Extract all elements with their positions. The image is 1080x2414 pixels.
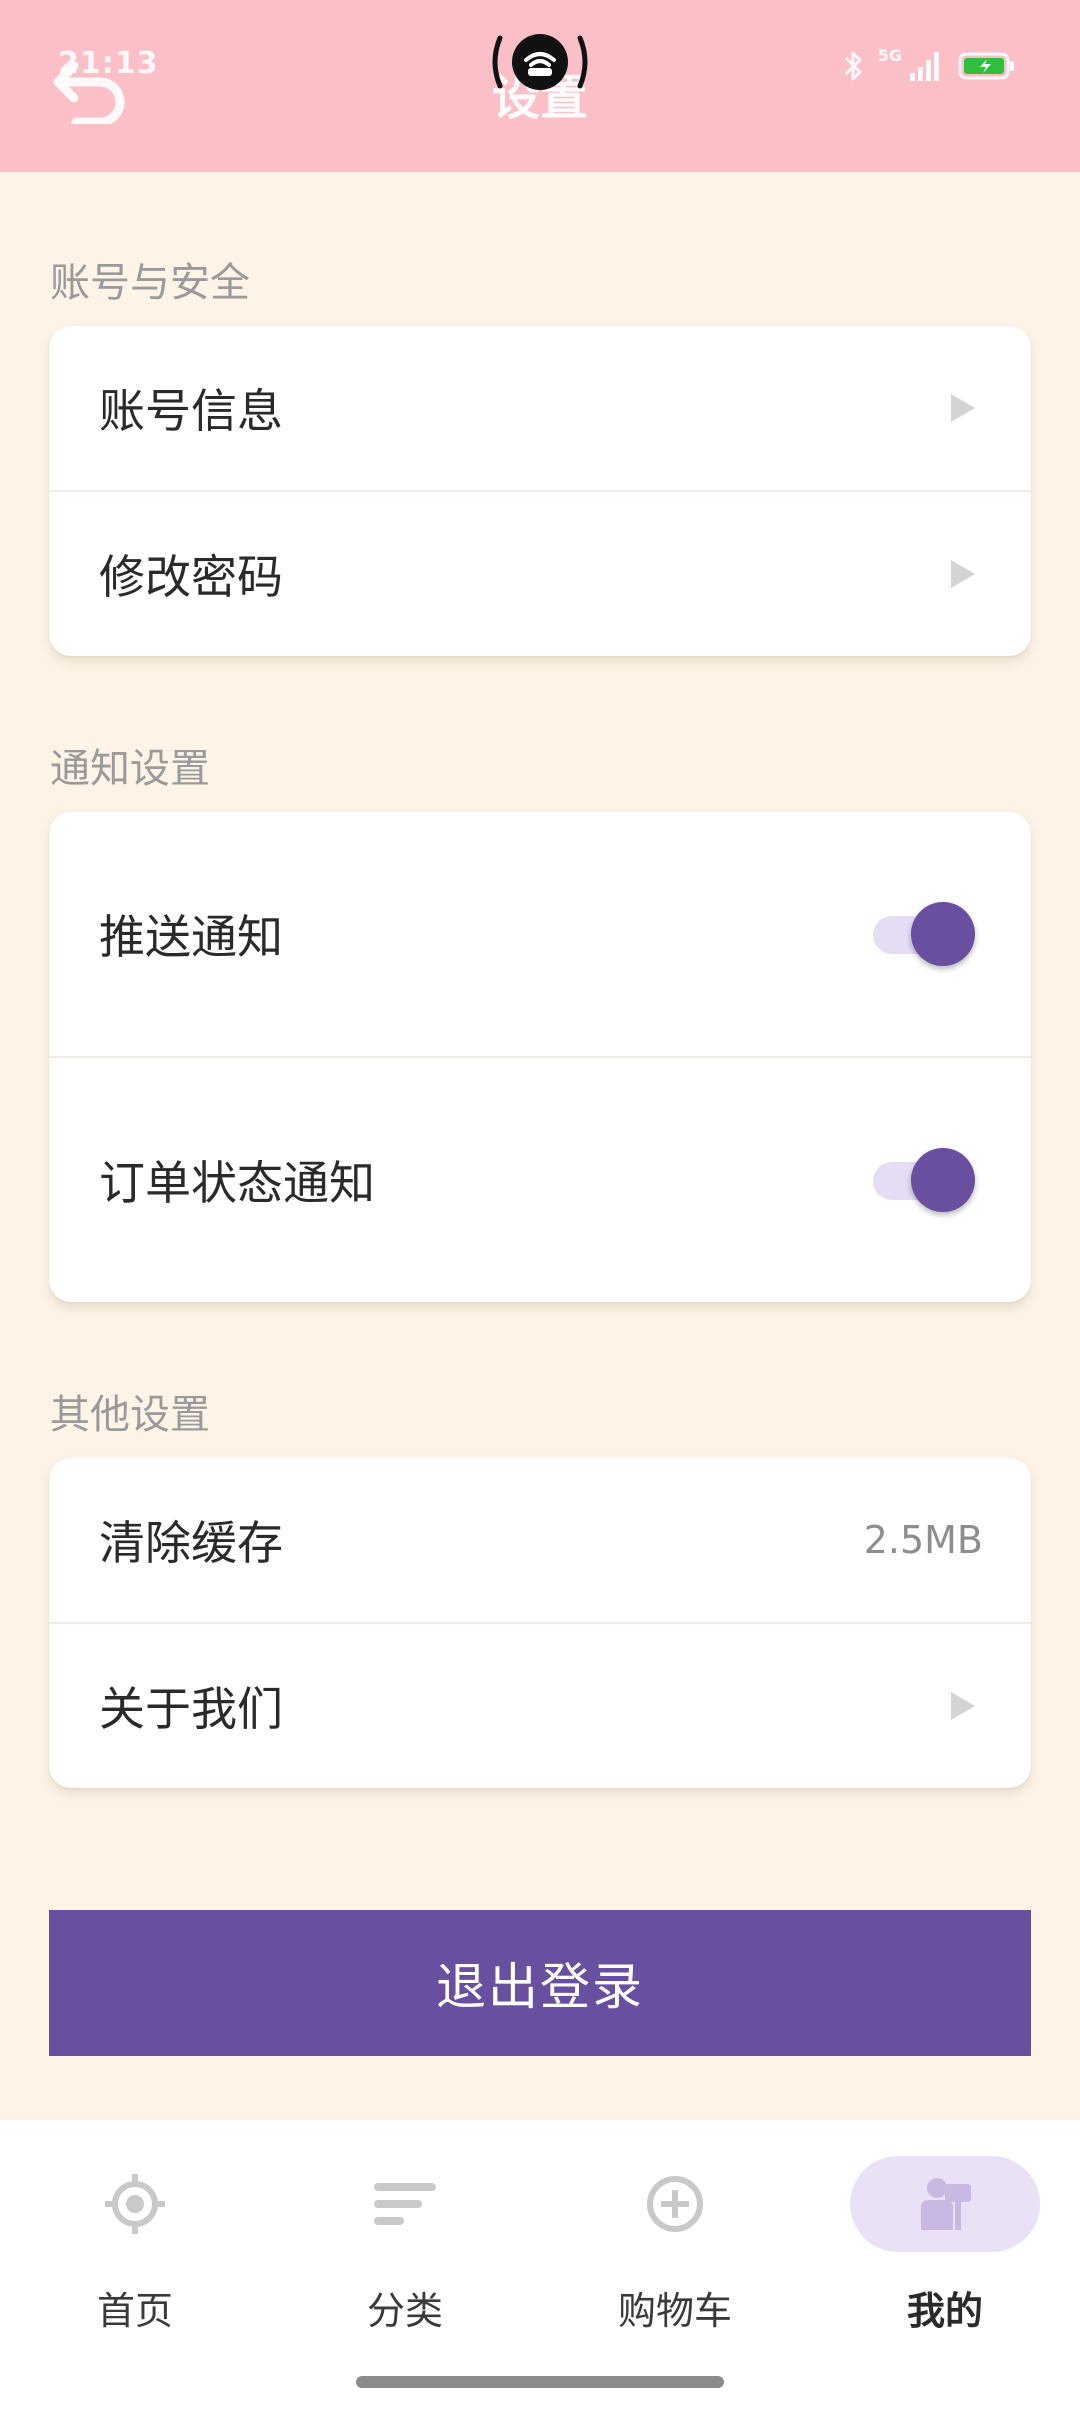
profile-icon [921, 2178, 971, 2230]
section-title-other: 其他设置 [50, 1392, 210, 1438]
nav-item-home[interactable]: 首页 [0, 2120, 270, 2360]
row-label: 关于我们 [99, 1682, 283, 1736]
notifications-card: 推送通知 订单状态通知 [49, 812, 1031, 1302]
app-header: 21:13 设置 5G [0, 0, 1080, 172]
section-title-account: 账号与安全 [50, 260, 250, 306]
camera-cutout-icon [488, 30, 592, 94]
nav-icon-container [580, 2156, 770, 2252]
settings-row-push-notifications: 推送通知 [49, 812, 1031, 1056]
nav-item-mine[interactable]: 我的 [810, 2120, 1080, 2360]
nav-label-category: 分类 [366, 2289, 443, 2333]
push-notifications-toggle[interactable] [871, 902, 975, 966]
signal-icon [910, 52, 939, 81]
nav-label-cart: 购物车 [617, 2289, 732, 2333]
chevron-right-icon [951, 394, 975, 422]
chevron-right-icon [951, 560, 975, 588]
nav-label-mine: 我的 [906, 2289, 983, 2333]
row-label: 账号信息 [99, 384, 283, 438]
logout-button[interactable]: 退出登录 [49, 1910, 1031, 2056]
section-title-notifications: 通知设置 [50, 746, 210, 792]
row-label: 订单状态通知 [99, 1156, 375, 1210]
battery-icon [958, 52, 1014, 80]
settings-row-about-us[interactable]: 关于我们 [49, 1624, 1031, 1788]
cart-plus-icon [647, 2176, 703, 2232]
row-label: 推送通知 [99, 910, 283, 964]
bluetooth-icon [844, 51, 862, 81]
order-status-toggle[interactable] [871, 1148, 975, 1212]
other-settings-card: 清除缓存 2.5MB 关于我们 [49, 1458, 1031, 1788]
bottom-nav: 首页 分类 购物车 我的 [0, 2120, 1080, 2414]
nav-icon-container [310, 2156, 500, 2252]
nav-label-home: 首页 [96, 2289, 173, 2333]
nav-icon-container [850, 2156, 1040, 2252]
toggle-thumb [911, 1148, 975, 1212]
nav-icon-container [40, 2156, 230, 2252]
row-label: 清除缓存 [99, 1516, 283, 1570]
row-label: 修改密码 [99, 550, 283, 604]
nav-item-category[interactable]: 分类 [270, 2120, 540, 2360]
settings-row-change-password[interactable]: 修改密码 [49, 492, 1031, 656]
settings-row-account-info[interactable]: 账号信息 [49, 326, 1031, 490]
settings-row-clear-cache[interactable]: 清除缓存 2.5MB [49, 1458, 1031, 1622]
toggle-thumb [911, 902, 975, 966]
home-indicator[interactable] [356, 2376, 724, 2388]
network-type-label: 5G [877, 46, 902, 65]
account-card: 账号信息 修改密码 [49, 326, 1031, 656]
settings-row-order-status-notifications: 订单状态通知 [49, 1058, 1031, 1302]
cache-size-value: 2.5MB [863, 1518, 983, 1562]
category-lines-icon [374, 2183, 436, 2225]
home-compass-icon [105, 2174, 165, 2234]
nav-item-cart[interactable]: 购物车 [540, 2120, 810, 2360]
chevron-right-icon [951, 1692, 975, 1720]
status-icons: 5G [842, 46, 1016, 86]
